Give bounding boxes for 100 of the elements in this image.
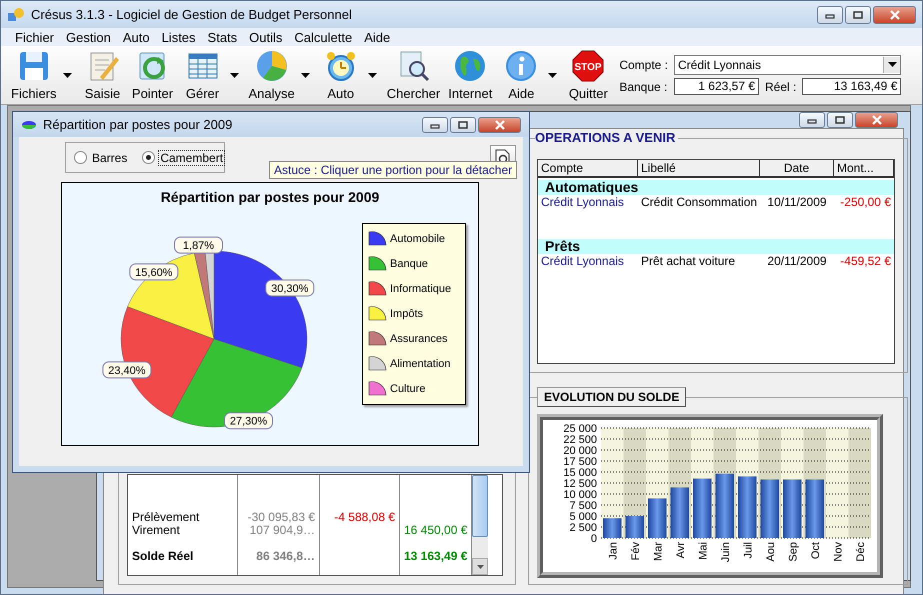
data-label: 27,30%: [224, 412, 273, 430]
table-cell-text: -250,00 €: [839, 195, 892, 209]
bar: [648, 498, 666, 538]
dropdown-arrow-icon[interactable]: [368, 72, 377, 78]
pie-chart-icon: [254, 49, 289, 83]
table-cell-text: Crédit Lyonnais: [540, 254, 625, 268]
bar: [626, 516, 644, 538]
minimize-button[interactable]: [817, 6, 843, 24]
pie-slice[interactable]: [127, 252, 214, 340]
close-button[interactable]: [855, 112, 898, 128]
table-cell-text: Prélèvement: [131, 511, 200, 524]
toolbar-button[interactable]: Analyse: [244, 47, 299, 103]
bar: [783, 479, 802, 538]
toolbar-button[interactable]: Aide: [496, 47, 546, 103]
table-cell-text: 13 163,49 €: [403, 550, 468, 563]
legend-label: Alimentation: [390, 358, 451, 370]
pie-slice[interactable]: [214, 250, 308, 368]
toolbar-button[interactable]: Internet: [444, 47, 496, 103]
radio-button[interactable]: Camembert: [142, 150, 224, 164]
maximize-button[interactable]: [827, 112, 853, 128]
axis-tick-label: 7 500: [569, 500, 597, 512]
data-label: 23,40%: [102, 361, 152, 378]
menu-item[interactable]: Outils: [243, 30, 288, 44]
close-button[interactable]: [873, 6, 916, 24]
axis-tick-label: Avr: [674, 542, 687, 558]
bar: [760, 479, 779, 538]
data-label: 30,30%: [271, 282, 309, 295]
maximize-icon: [835, 116, 845, 124]
bar: [806, 479, 824, 538]
data-label: 27,30%: [230, 416, 268, 428]
menu-item[interactable]: Calculette: [288, 30, 358, 44]
dropdown-arrow-icon[interactable]: [300, 72, 310, 78]
legend-label: Automobile: [390, 232, 446, 245]
table-cell-text: -459,52 €: [839, 254, 892, 268]
toolbar-button[interactable]: Chercher: [382, 47, 444, 103]
axis-tick-label: Oct: [810, 542, 822, 560]
toolbar-button[interactable]: Saisie: [78, 47, 128, 103]
dropdown-arrow-icon[interactable]: [62, 72, 72, 78]
menu-item[interactable]: Stats: [202, 30, 244, 44]
field-label: Banque :: [619, 80, 668, 94]
menu-item[interactable]: Gestion: [60, 30, 117, 44]
maximize-button[interactable]: [845, 6, 871, 24]
minimize-button[interactable]: [422, 116, 448, 132]
axis-tick-label: 17 500: [563, 456, 597, 468]
toolbar-button[interactable]: Pointer: [128, 47, 178, 103]
group-header: Automatiques: [538, 180, 894, 195]
legend-label: Informatique: [390, 282, 452, 295]
info-icon: [504, 49, 538, 83]
minimize-button[interactable]: [799, 112, 825, 128]
dropdown-arrow-icon[interactable]: [230, 72, 239, 78]
menu-item[interactable]: Auto: [116, 30, 156, 44]
maximize-icon: [458, 120, 468, 128]
bar: [716, 474, 734, 538]
data-label: 15,60%: [129, 263, 178, 280]
dropdown-arrow-icon[interactable]: [548, 72, 558, 78]
column-header[interactable]: Mont...: [834, 160, 894, 176]
table-cell-text: Crédit Lyonnais: [540, 195, 625, 209]
section-tab[interactable]: EVOLUTION DU SOLDE: [537, 387, 686, 407]
stop-sign-icon: STOP: [571, 49, 606, 83]
pie-slice[interactable]: [194, 251, 214, 340]
axis-tick-label: 2 500: [569, 522, 597, 534]
close-icon: [870, 115, 882, 125]
axis-tick-label: 15 000: [563, 467, 597, 479]
menu-item[interactable]: Fichier: [9, 30, 60, 44]
menu-item[interactable]: Listes: [156, 30, 202, 44]
maximize-button[interactable]: [450, 116, 476, 132]
field-label: Compte :: [619, 58, 668, 72]
toolbar-button[interactable]: Gérer: [178, 47, 228, 103]
radio-button[interactable]: Barres: [74, 150, 128, 164]
close-button[interactable]: [478, 116, 521, 132]
legend-label: Assurances: [390, 333, 448, 346]
column-header[interactable]: Date: [760, 160, 834, 176]
toolbar-button[interactable]: Fichiers: [7, 47, 61, 103]
data-label: 30,30%: [265, 279, 314, 296]
window-title: Répartition par postes pour 2009: [43, 117, 234, 132]
data-label: 1,87%: [174, 236, 223, 254]
chart-title: Répartition par postes pour 2009: [160, 189, 380, 205]
pie-slice[interactable]: [204, 250, 214, 340]
column-header[interactable]: Libellé: [638, 160, 760, 176]
bar: [670, 487, 689, 538]
table-cell-text: -4 588,08 €: [333, 511, 396, 524]
pie-chart-icon: [21, 120, 37, 130]
legend-label: Impôts: [390, 308, 424, 320]
pie-slice[interactable]: [171, 338, 302, 428]
toolbar-button[interactable]: Auto: [316, 47, 366, 103]
menu-item[interactable]: Aide: [358, 30, 396, 44]
down-arrow-icon[interactable]: [476, 564, 484, 568]
bar: [693, 478, 712, 538]
axis-tick-label: 22 500: [563, 434, 597, 446]
axis-tick-label: Juin: [720, 542, 732, 562]
axis-tick-label: Nov: [832, 542, 844, 562]
axis-tick-label: Fév: [630, 542, 642, 560]
table-cell-text: 20/11/2009: [766, 254, 828, 268]
toolbar-button[interactable]: STOP Quitter: [563, 47, 614, 103]
account-select[interactable]: Crédit Lyonnais: [674, 54, 902, 74]
field-label: Réel :: [765, 80, 796, 94]
axis-tick-label: 0: [590, 533, 597, 545]
app-icon: [7, 6, 25, 22]
column-header[interactable]: Compte: [538, 160, 638, 176]
scrollbar[interactable]: [472, 475, 488, 575]
